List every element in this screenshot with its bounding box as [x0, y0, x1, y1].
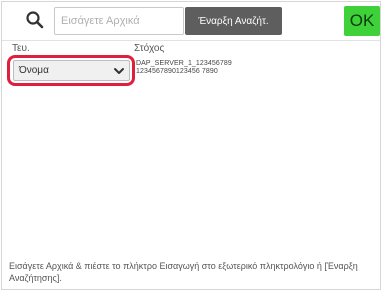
chevron-down-icon — [113, 65, 125, 77]
target-column-header: Στόχος — [134, 43, 165, 54]
target-value-line-2: 1234567890123456 7890 — [136, 68, 218, 75]
target-value-line-1: DAP_SERVER_1_123456789 — [136, 60, 232, 67]
search-hint-text: Εισάγετε Αρχικά & πιέστε το πλήκτρο Εισα… — [9, 261, 358, 283]
ok-button[interactable]: OK — [344, 6, 380, 36]
type-column-header: Τευ. — [12, 43, 30, 54]
search-icon[interactable] — [24, 9, 46, 31]
start-search-button[interactable]: Έναρξη Αναζήτ. — [185, 7, 282, 35]
type-select-value: Όνομα — [19, 65, 49, 76]
search-input[interactable] — [54, 7, 184, 35]
search-dialog: Έναρξη Αναζήτ. OK Τευ. Στόχος Όνομα DAP_… — [1, 1, 381, 290]
type-select[interactable]: Όνομα — [13, 60, 130, 81]
search-toolbar: Έναρξη Αναζήτ. OK — [2, 2, 380, 41]
